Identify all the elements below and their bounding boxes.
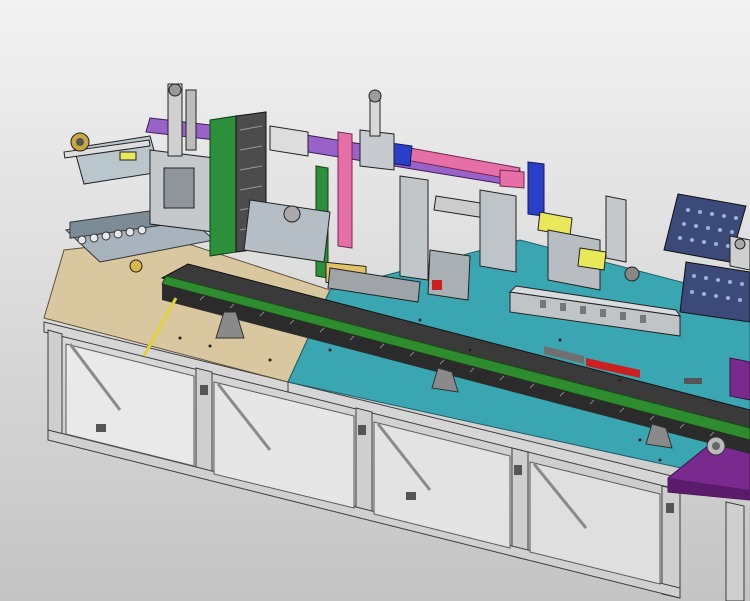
mid-pink-column	[337, 131, 353, 249]
mid-red-block	[432, 280, 442, 290]
leg-bracket	[514, 465, 522, 475]
leg-bracket	[200, 385, 208, 395]
frame-leg-4	[511, 447, 529, 561]
frame-leg-5	[661, 485, 681, 599]
frame-leg-1	[47, 329, 63, 441]
right-knob	[624, 266, 640, 282]
left-knob	[129, 259, 143, 273]
mid-tower-2	[399, 175, 429, 281]
tray-knob	[734, 238, 746, 250]
mid-bearing	[283, 205, 301, 223]
purple-end-block	[729, 357, 750, 401]
leg-foot	[96, 424, 106, 432]
left-tall-column	[209, 115, 237, 257]
leg-bracket	[666, 503, 674, 513]
plate-slot	[684, 378, 702, 384]
left-module-cluster	[63, 83, 267, 273]
mid-blue-tall	[527, 161, 545, 217]
leg-bracket	[358, 425, 366, 435]
mid-right-tower	[479, 189, 517, 273]
frame-leg-6	[725, 501, 745, 601]
mid-slider	[427, 249, 471, 301]
mid-tan-box	[269, 125, 309, 157]
mid-pink-block	[499, 169, 525, 189]
left-yellow-block	[119, 151, 137, 161]
cad-viewport[interactable]	[0, 0, 750, 601]
frame-leg-2	[195, 367, 213, 481]
leg-foot	[406, 492, 416, 500]
right-yellow-plate-2	[577, 247, 607, 271]
frame-leg-3	[355, 407, 373, 521]
right-tall-post	[605, 195, 627, 263]
machine-render	[43, 83, 750, 601]
